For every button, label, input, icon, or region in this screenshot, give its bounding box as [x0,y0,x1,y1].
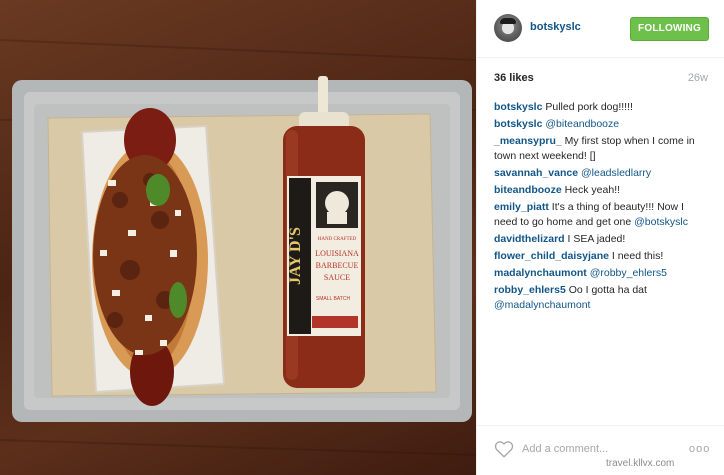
comment-item: biteandbooze Heck yeah!! [494,183,710,198]
comment-username[interactable]: botskyslc [494,101,542,113]
post-header: botskyslc FOLLOWING [477,0,724,58]
post-photo[interactable]: JAY D'S HAND CRAFTED LOUISIANA BARBECUE … [0,0,476,475]
bottle-subtitle: HAND CRAFTED [318,237,357,242]
bottle-nozzle [318,76,328,116]
comment-username[interactable]: davidthelizard [494,233,565,245]
avatar[interactable] [494,14,522,42]
comment-username[interactable]: biteandbooze [494,184,562,196]
comment-item: emily_piatt It's a thing of beauty!!! No… [494,200,710,230]
comment-username[interactable]: _meansypru_ [494,135,562,147]
comment-mention[interactable]: @robby_ehlers5 [590,267,667,279]
comment-item: _meansypru_ My first stop when I come in… [494,134,710,164]
more-options-button[interactable]: ooo [689,443,710,455]
comment-username[interactable]: emily_piatt [494,201,549,213]
comment-item: botskyslc @biteandbooze [494,117,710,132]
comment-item: davidthelizard I SEA jaded! [494,232,710,247]
comment-item: robby_ehlers5 Oo I gotta ha dat @madalyn… [494,283,710,313]
comment-item: savannah_vance @leadsledlarry [494,166,710,181]
username-link[interactable]: botskyslc [530,21,581,33]
bottle-batch: SMALL BATCH [316,296,351,302]
bottle-line2: BARBECUE [316,261,359,270]
photo-illustration: JAY D'S HAND CRAFTED LOUISIANA BARBECUE … [0,39,476,456]
bottle-line1: LOUISIANA [315,249,359,258]
comment-item: flower_child_daisyjane I need this! [494,249,710,264]
post-panel: botskyslc FOLLOWING 36 likes 26w botskys… [476,0,724,475]
comment-username[interactable]: botskyslc [494,118,542,130]
following-button[interactable]: FOLLOWING [630,17,709,41]
watermark: travel.kllvx.com [606,458,675,469]
comment-mention[interactable]: @madalynchaumont [494,299,590,311]
comment-mention[interactable]: @leadsledlarry [581,167,651,179]
comment-username[interactable]: flower_child_daisyjane [494,250,609,262]
comment-mention[interactable]: @biteandbooze [545,118,619,130]
comment-text: Pulled pork dog!!!!! [542,101,633,113]
post-age[interactable]: 26w [688,72,708,84]
comment-list: botskyslc Pulled pork dog!!!!! botskyslc… [494,100,710,315]
post-stats: 36 likes 26w [494,72,708,86]
comment-text: I need this! [608,250,664,262]
comment-username[interactable]: savannah_vance [494,167,578,179]
comment-text: Oo I gotta ha dat [565,284,647,296]
post-footer: Add a comment... ooo [477,425,724,475]
comment-username[interactable]: robby_ehlers5 [494,284,566,296]
heart-icon[interactable] [494,440,514,458]
comment-item: botskyslc Pulled pork dog!!!!! [494,100,710,115]
bottle-brand-text: JAY D'S [287,227,304,285]
likes-count[interactable]: 36 likes [494,72,534,84]
comment-text: Heck yeah!! [561,184,621,196]
bottle-line3: SAUCE [324,273,350,282]
add-comment-input[interactable]: Add a comment... [522,443,608,455]
comment-item: madalynchaumont @robby_ehlers5 [494,266,710,281]
comment-username[interactable]: madalynchaumont [494,267,587,279]
comment-mention[interactable]: @botskyslc [634,216,688,228]
comment-text: I SEA jaded! [564,233,626,245]
